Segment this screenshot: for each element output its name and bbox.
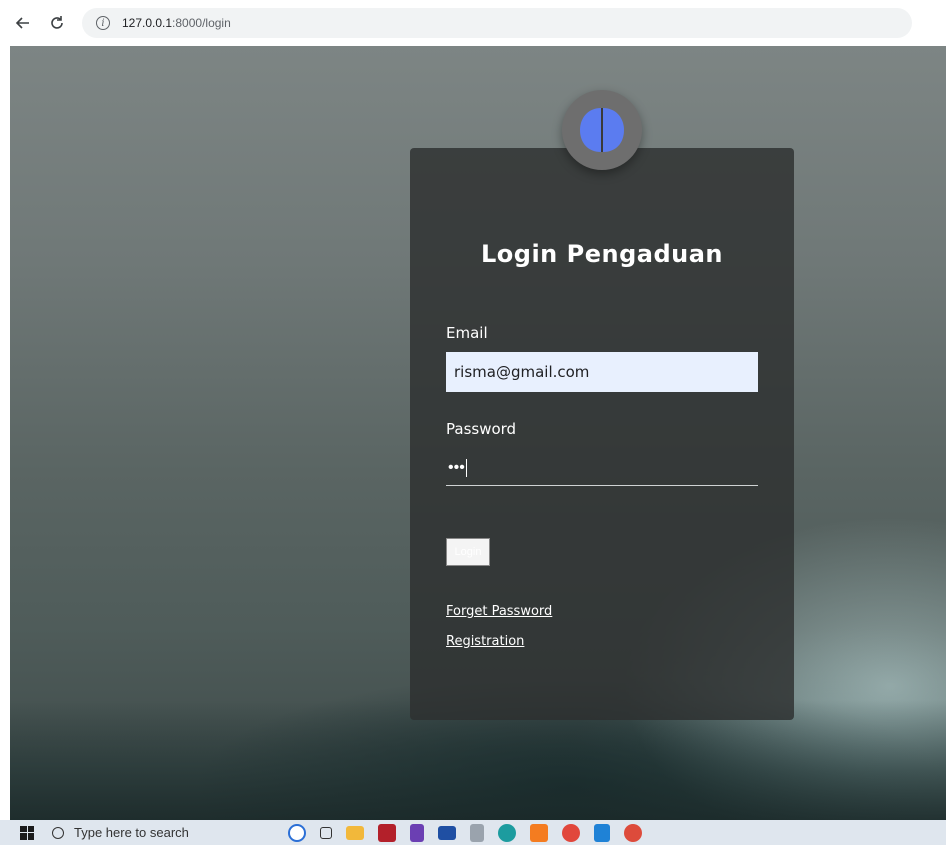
taskbar-search[interactable]: Type here to search [52, 820, 252, 845]
windows-taskbar: Type here to search [0, 820, 946, 845]
search-placeholder: Type here to search [74, 825, 189, 840]
reload-button[interactable] [46, 12, 68, 34]
app-red-icon[interactable] [378, 823, 396, 842]
registration-link[interactable]: Registration [446, 634, 524, 649]
vscode-icon[interactable] [594, 823, 610, 842]
email-label: Email [446, 324, 488, 342]
page-title: Login Pengaduan [480, 240, 723, 268]
address-bar[interactable]: i 127.0.0.1:8000/login [82, 8, 912, 38]
mail-icon[interactable] [438, 825, 456, 840]
search-icon [52, 826, 64, 839]
url-host: 127.0.0.1 [122, 16, 173, 30]
text-caret [465, 458, 467, 477]
windows-start-icon[interactable] [20, 825, 34, 840]
chrome-icon[interactable] [562, 823, 580, 842]
visual-studio-icon[interactable] [410, 823, 424, 842]
task-view-icon[interactable] [320, 826, 332, 839]
book-logo-icon [580, 108, 624, 152]
reload-icon [51, 16, 63, 29]
forget-password-link[interactable]: Forget Password [446, 604, 552, 619]
login-button[interactable]: Login [446, 538, 490, 566]
login-card: Login Pengaduan Email risma@gmail.com Pa… [410, 148, 794, 720]
app-grid-icon[interactable] [470, 823, 484, 842]
bing-icon[interactable] [288, 823, 306, 842]
email-field[interactable]: risma@gmail.com [446, 352, 758, 392]
chrome-profile-icon[interactable] [624, 823, 642, 842]
arrow-left-icon [15, 17, 29, 29]
info-icon[interactable]: i [96, 16, 110, 30]
page-background: Login Pengaduan Email risma@gmail.com Pa… [10, 46, 946, 820]
avatar [562, 90, 642, 170]
password-mask: ••• [448, 458, 465, 476]
back-button[interactable] [12, 12, 34, 34]
url-text: 127.0.0.1:8000/login [122, 16, 231, 30]
edge-icon[interactable] [498, 823, 516, 842]
password-field[interactable]: ••• [446, 450, 758, 486]
password-label: Password [446, 420, 517, 438]
xampp-icon[interactable] [530, 823, 548, 842]
file-explorer-icon[interactable] [346, 825, 364, 840]
browser-toolbar: i 127.0.0.1:8000/login [0, 0, 946, 46]
url-path: :8000/login [172, 16, 231, 30]
